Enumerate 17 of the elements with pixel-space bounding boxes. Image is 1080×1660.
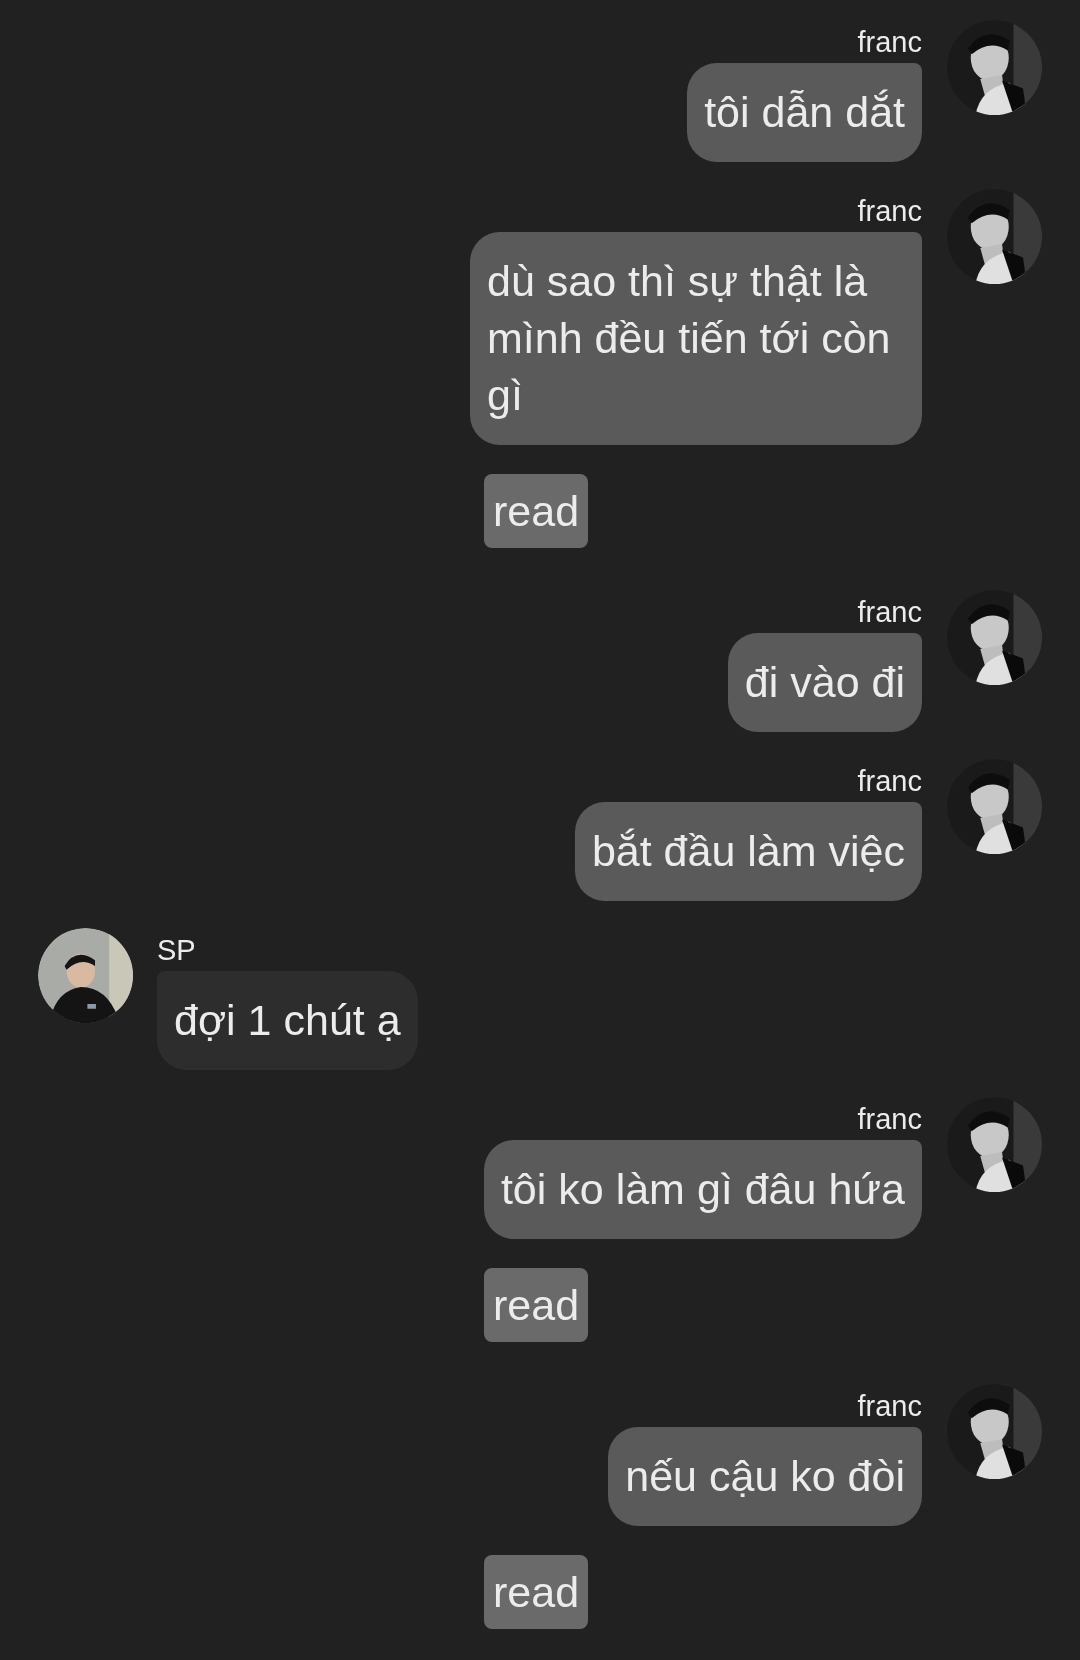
- message-bubble: nếu cậu ko đòi: [608, 1427, 922, 1526]
- sender-name: franc: [857, 1389, 922, 1424]
- sender-name: franc: [857, 25, 922, 60]
- sender-name: franc: [857, 595, 922, 630]
- message-bubble: đợi 1 chút ạ: [157, 971, 418, 1070]
- read-receipt: read: [484, 1555, 589, 1629]
- message-bubble: tôi ko làm gì đâu hứa: [483, 1140, 922, 1239]
- message-bubble: tôi dẫn dắt: [687, 63, 922, 162]
- sender-name: franc: [857, 764, 922, 799]
- sender-name: franc: [857, 1102, 922, 1137]
- sender-name: SP: [157, 933, 196, 968]
- sender-name: franc: [857, 194, 922, 229]
- message-bubble: bắt đầu làm việc: [574, 802, 922, 901]
- read-receipt: read: [484, 1268, 589, 1342]
- message-bubble: đi vào đi: [727, 633, 922, 732]
- read-receipt: read: [484, 474, 589, 548]
- message-bubble: dù sao thì sự thật là mình đều tiến tới còn gì: [470, 232, 922, 445]
